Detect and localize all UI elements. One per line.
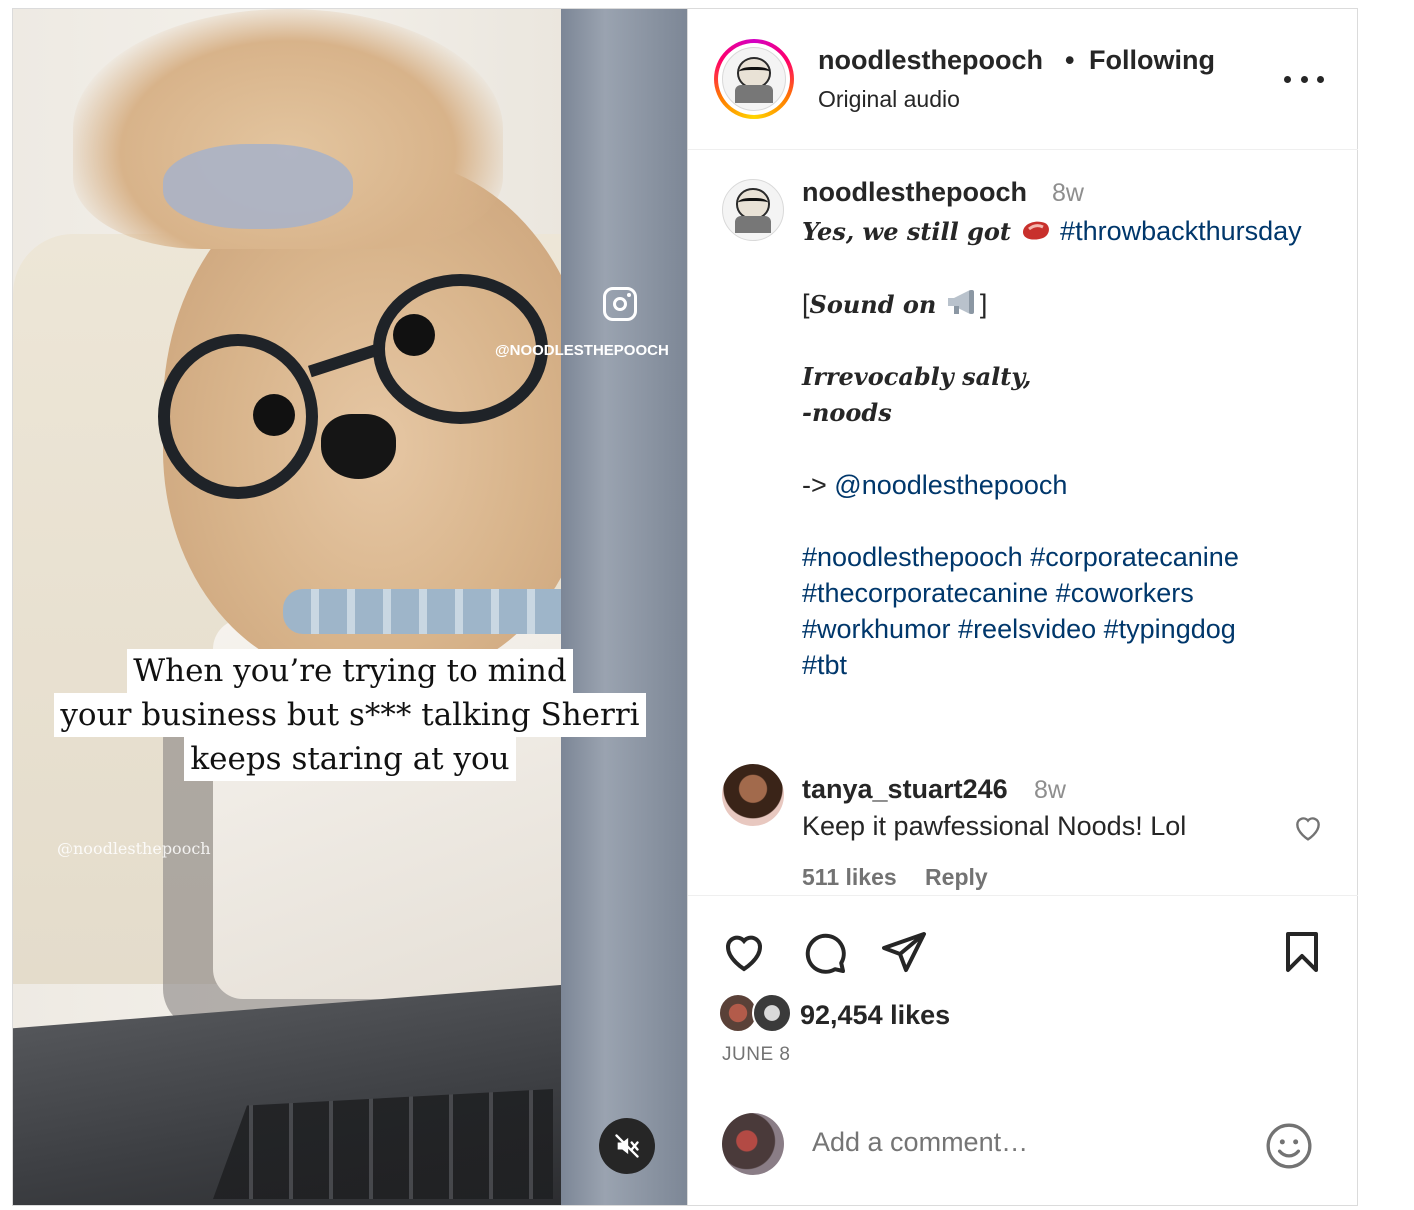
audio-link[interactable]: Original audio (818, 86, 960, 113)
comment-text: Keep it pawfessional Noods! Lol (802, 811, 1187, 841)
following-button[interactable]: Following (1089, 45, 1215, 76)
overlay-line: your business but s*** talking Sherri (54, 693, 646, 737)
more-options-button[interactable] (1284, 64, 1324, 94)
caption-line: Yes, we still got (802, 217, 1012, 246)
bookmark-icon[interactable] (1278, 928, 1326, 976)
video-glasses-lens (158, 334, 318, 499)
hashtag-link[interactable]: #throwbackthursday (1060, 216, 1302, 246)
video-keyboard (213, 1089, 553, 1199)
comment-likes[interactable]: 511 likes (802, 864, 897, 890)
post-header: noodlesthepooch • Following Original aud… (688, 9, 1358, 150)
caption-bracket: ] (979, 289, 988, 319)
megaphone-emoji-icon (947, 290, 974, 314)
video-text-overlay: When you’re trying to mind your business… (13, 649, 687, 781)
avatar[interactable] (722, 179, 784, 241)
hashtag-line[interactable]: #thecorporatecanine #coworkers (802, 575, 1342, 611)
comment-username[interactable]: tanya_stuart246 (802, 774, 1008, 805)
avatar[interactable] (722, 47, 786, 111)
heart-icon[interactable] (1292, 812, 1324, 844)
post-sidebar: noodlesthepooch • Following Original aud… (687, 9, 1358, 1205)
comment-icon[interactable] (800, 928, 848, 976)
instagram-icon (603, 287, 637, 321)
post-date[interactable]: JUNE 8 (722, 1044, 790, 1066)
video-watermark: @NOODLESTHEPOOCH (495, 342, 669, 359)
hashtag-line[interactable]: #tbt (802, 647, 1342, 683)
add-comment-bar (688, 1081, 1358, 1205)
caption-text: Yes, we still got #throwbackthursday [So… (802, 213, 1342, 683)
hashtag-line[interactable]: #workhumor #reelsvideo #typingdog (802, 611, 1342, 647)
heart-icon[interactable] (720, 928, 768, 976)
overlay-line: keeps staring at you (184, 737, 516, 781)
likes-count[interactable]: 92,454 likes (800, 1000, 950, 1031)
header-username[interactable]: noodlesthepooch (818, 45, 1043, 76)
caption-line: Irrevocably salty, (802, 362, 1032, 391)
video-collar (283, 589, 603, 634)
comment-reply-button[interactable]: Reply (925, 864, 988, 890)
reel-video[interactable]: @NOODLESTHEPOOCH When you’re trying to m… (13, 9, 687, 1205)
mute-button[interactable] (599, 1118, 655, 1174)
post-container: @NOODLESTHEPOOCH When you’re trying to m… (12, 8, 1358, 1206)
comment-meta: 511 likes Reply (802, 864, 1010, 891)
caption-bracket: [ (802, 289, 810, 319)
overlay-line: When you’re trying to mind (127, 649, 573, 693)
share-icon[interactable] (880, 928, 928, 976)
video-dog-nose (321, 414, 396, 479)
more-icon (1284, 75, 1291, 83)
mention-link[interactable]: @noodlesthepooch (834, 470, 1067, 500)
avatar (722, 1113, 784, 1175)
comment-timestamp[interactable]: 8w (1034, 776, 1066, 805)
caption-line: Sound on (809, 290, 937, 319)
story-ring[interactable] (714, 39, 794, 119)
hashtag-line[interactable]: #noodlesthepooch #corporatecanine (802, 539, 1342, 575)
caption-line: -noods (802, 398, 892, 427)
caption-timestamp[interactable]: 8w (1052, 179, 1084, 208)
comment-input[interactable] (812, 1127, 1232, 1158)
avatar (752, 993, 792, 1033)
caption-username[interactable]: noodlesthepooch (802, 177, 1027, 208)
comment-item: tanya_stuart246 8w Keep it pawfessional … (688, 764, 1358, 894)
video-watermark: @noodlesthepooch (57, 839, 211, 858)
comment-avatar[interactable] (722, 764, 784, 826)
mute-icon (615, 1134, 639, 1158)
steak-emoji-icon (1022, 221, 1049, 240)
emoji-icon[interactable] (1264, 1121, 1314, 1171)
caption-arrow: -> (802, 470, 827, 500)
video-laptop-screen (561, 9, 687, 1205)
separator-dot: • (1065, 45, 1075, 75)
video-scrunchie (163, 144, 353, 229)
